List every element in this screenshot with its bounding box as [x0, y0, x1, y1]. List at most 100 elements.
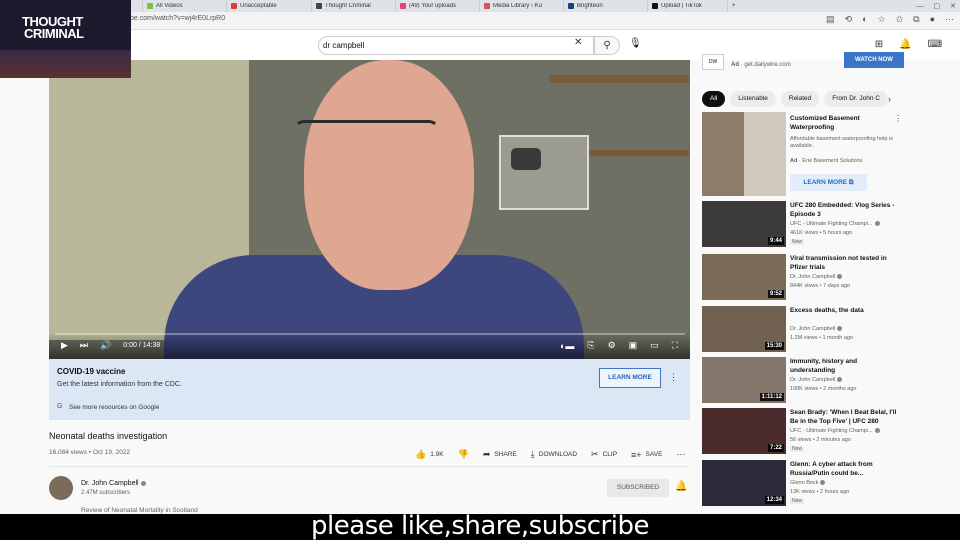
video-play-button-sign — [499, 135, 589, 210]
maximize-button[interactable]: ▢ — [934, 2, 941, 10]
covid-subtitle: Get the latest information from the CDC. — [57, 381, 182, 388]
next-icon[interactable]: ⏭ — [80, 340, 88, 351]
like-button[interactable]: 👍 1.9K — [415, 449, 444, 460]
channel-avatar[interactable] — [49, 476, 73, 500]
autoplay-toggle[interactable]: ◐▬ — [560, 341, 574, 351]
browser-tab[interactable]: Upload | TikTok — [648, 0, 728, 12]
translate-icon[interactable]: ⟲ — [845, 14, 853, 25]
theater-mode-icon[interactable]: ▭ — [650, 340, 659, 351]
recommended-title[interactable]: Excess deaths, the data — [790, 306, 898, 315]
microphone-icon[interactable]: 🎙 — [629, 38, 642, 49]
tab-favicon-icon — [316, 3, 322, 9]
ad-thumbnail[interactable] — [702, 112, 786, 196]
play-icon[interactable]: ▶ — [61, 340, 68, 351]
favorites-icon[interactable]: ✩ — [896, 14, 904, 25]
tab-favicon-icon — [484, 3, 490, 9]
recommended-video[interactable]: 7:22 Sean Brady: 'When I Beat Belal, I'll… — [702, 408, 942, 456]
external-link-icon: ⧉ — [848, 179, 854, 186]
browser-tab[interactable]: Unacceptable — [227, 0, 312, 12]
minimize-button[interactable]: — — [917, 3, 924, 10]
browser-tab[interactable]: All Videos — [143, 0, 227, 12]
recommended-video[interactable]: 9:44 UFC 280 Embedded: Vlog Series - Epis… — [702, 201, 942, 249]
extension-icon[interactable]: ◐ — [862, 14, 867, 25]
covid-learn-more-button[interactable]: LEARN MORE — [599, 368, 661, 388]
filter-chip[interactable]: Related — [780, 91, 820, 107]
ad-title[interactable]: Customized Basement Waterproofing — [790, 114, 890, 132]
ad-learn-more-button[interactable]: LEARN MORE ⧉ — [790, 174, 867, 191]
tab-favicon-icon — [568, 3, 574, 9]
channel-name[interactable]: Dr. John Campbell — [81, 480, 146, 487]
subscribed-button[interactable]: SUBSCRIBED — [607, 479, 669, 497]
new-tab-button[interactable]: + — [732, 3, 736, 9]
browser-tab[interactable]: Brighteon — [564, 0, 648, 12]
more-options-icon[interactable]: ⋮ — [894, 114, 902, 123]
chevron-right-icon[interactable]: › — [888, 94, 891, 104]
video-actions: 👍 1.9K 👎 ➦ SHARE ⤓ DOWNLOAD ✂ CLIP ≡+ SAVE ⋯ — [415, 449, 685, 460]
miniplayer-icon[interactable]: ▣ — [629, 340, 638, 351]
video-thumbnail[interactable]: 1:11:12 — [702, 357, 786, 403]
more-actions-button[interactable]: ⋯ — [676, 449, 685, 460]
recommended-title[interactable]: Immunity, history and understanding — [790, 357, 898, 375]
browser-tab-bar: thetcnews • InstNotifications / TwitAll … — [0, 0, 960, 12]
recommended-title[interactable]: UFC 280 Embedded: Vlog Series - Episode … — [790, 201, 898, 219]
recommended-title[interactable]: Viral transmission not tested in Pfizer … — [790, 254, 898, 272]
browser-tab[interactable]: Thought Criminal — [312, 0, 396, 12]
volume-icon[interactable]: 🔊 — [100, 340, 111, 351]
recommended-video[interactable]: 1:11:12 Immunity, history and understandi… — [702, 357, 942, 405]
add-playlist-icon: ≡+ — [631, 449, 642, 460]
ad-logo[interactable]: DW — [702, 54, 724, 70]
google-resources-link[interactable]: See more resources on Google — [69, 404, 159, 411]
search-input[interactable]: dr campbell — [318, 36, 594, 55]
recommended-video[interactable]: 15:30 Excess deaths, the data Dr. John Cam… — [702, 306, 942, 354]
video-thumbnail[interactable]: 9:52 — [702, 254, 786, 300]
more-options-icon[interactable]: ⋮ — [669, 372, 678, 383]
video-thumbnail[interactable]: 15:30 — [702, 306, 786, 352]
more-icon: ⋯ — [676, 449, 686, 459]
recommended-video[interactable]: 9:52 Viral transmission not tested in Pfi… — [702, 254, 942, 302]
bell-icon[interactable]: 🔔 — [899, 39, 911, 50]
captions-icon[interactable]: ⎘ — [587, 340, 594, 351]
dislike-button[interactable]: 👎 — [458, 449, 469, 460]
video-thumbnail[interactable]: 9:44 — [702, 201, 786, 247]
video-thumbnail[interactable]: 7:22 — [702, 408, 786, 454]
settings-gear-icon[interactable]: ⚙ — [608, 340, 616, 351]
like-count: 1.9K — [430, 451, 444, 458]
collections-icon[interactable]: ⧉ — [913, 14, 919, 25]
filter-chip[interactable]: From Dr. John C — [824, 91, 888, 107]
more-icon[interactable]: ⋯ — [945, 14, 954, 25]
clear-search-icon[interactable]: ✕ — [574, 37, 582, 48]
save-button[interactable]: ≡+ SAVE — [631, 450, 662, 460]
fullscreen-icon[interactable]: ⛶ — [672, 340, 678, 351]
ad-subtitle: Affordable basement waterproofing help i… — [790, 136, 893, 149]
notification-bell-icon[interactable]: 🔔 — [675, 481, 687, 492]
profile-icon[interactable]: ● — [930, 14, 935, 25]
watch-now-button[interactable]: WATCH NOW — [844, 52, 904, 68]
star-icon[interactable]: ☆ — [878, 14, 886, 25]
address-bar[interactable]: be.com/watch?v=wj4rE0LrpR0 ▤ ⟲ ◐ ☆ ✩ ⧉ ●… — [0, 12, 960, 30]
recommended-video[interactable]: 12:34 Glenn: A cyber attack from Russia/P… — [702, 460, 942, 508]
channel-text: Glenn Beck — [790, 480, 819, 486]
search-button[interactable]: ⚲ — [594, 36, 620, 55]
download-button[interactable]: ⤓ DOWNLOAD — [531, 449, 577, 460]
recommended-title[interactable]: Glenn: A cyber attack from Russia/Putin … — [790, 460, 898, 478]
download-icon: ⤓ — [530, 449, 535, 459]
reader-icon[interactable]: ▤ — [826, 14, 835, 25]
recommended-title[interactable]: Sean Brady: 'When I Beat Belal, I'll Be … — [790, 408, 898, 426]
video-shelf — [549, 75, 689, 83]
share-button[interactable]: ➦ SHARE — [483, 449, 517, 460]
url-text[interactable]: be.com/watch?v=wj4rE0LrpR0 — [130, 15, 225, 22]
keyboard-icon[interactable]: ⌨ — [928, 39, 942, 50]
filter-chip[interactable]: Listenable — [730, 91, 776, 107]
browser-tab[interactable]: (49) Your uploads — [396, 0, 480, 12]
browser-tab[interactable]: Media Library ‹ Ku — [480, 0, 564, 12]
clip-label: CLIP — [602, 451, 618, 458]
video-duration: 1:11:12 — [759, 393, 784, 401]
video-thumbnail[interactable]: 12:34 — [702, 460, 786, 506]
clip-button[interactable]: ✂ CLIP — [591, 449, 617, 460]
create-icon[interactable]: ⊞ — [875, 39, 883, 50]
video-player[interactable]: ▶ ⏭ 🔊 0:00 / 14:38 ◐▬ ⎘ ⚙ ▣ ▭ ⛶ — [49, 60, 690, 359]
progress-bar[interactable] — [55, 333, 685, 335]
filter-chip[interactable]: All — [702, 91, 726, 107]
close-button[interactable]: ✕ — [950, 2, 956, 10]
save-label: SAVE — [645, 451, 663, 458]
